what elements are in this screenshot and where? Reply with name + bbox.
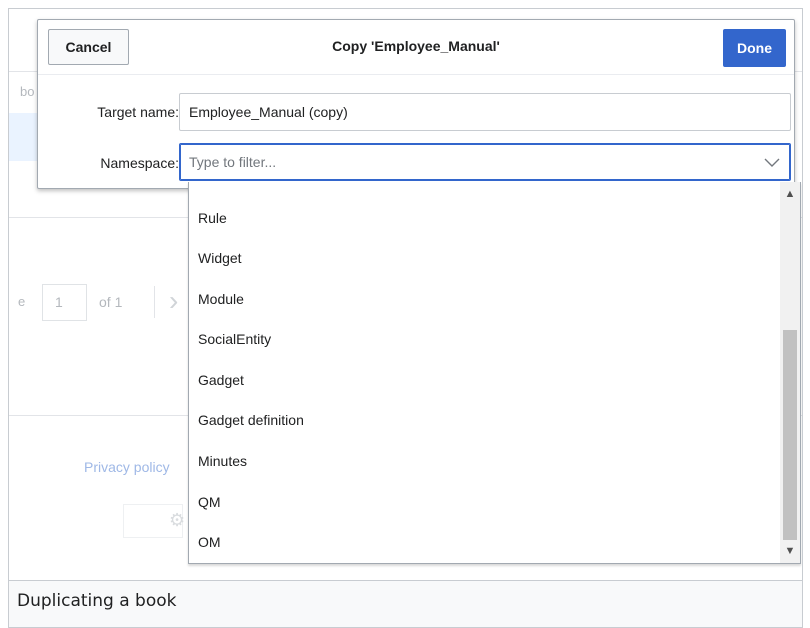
background-separator: [154, 286, 155, 318]
namespace-filter-input[interactable]: Type to filter...: [179, 143, 791, 181]
cancel-button[interactable]: Cancel: [48, 29, 129, 65]
namespace-option[interactable]: Module: [198, 291, 244, 307]
namespace-option[interactable]: Gadget definition: [198, 412, 304, 428]
namespace-option[interactable]: QM: [198, 494, 221, 510]
namespace-option[interactable]: Rule: [198, 210, 227, 226]
namespace-option[interactable]: Minutes: [198, 453, 247, 469]
dialog-header: Cancel Copy 'Employee_Manual' Done: [38, 20, 794, 75]
dropdown-scrollbar[interactable]: ▲ ▼: [780, 182, 800, 563]
done-button[interactable]: Done: [723, 29, 786, 67]
namespace-option[interactable]: Widget: [198, 250, 242, 266]
background-page-count: of 1: [99, 294, 123, 310]
background-page-number-input: 1: [42, 284, 87, 321]
figure-caption: Duplicating a book: [17, 591, 177, 611]
namespace-placeholder: Type to filter...: [189, 154, 277, 170]
target-name-input[interactable]: Employee_Manual (copy): [179, 93, 791, 131]
namespace-label: Namespace:: [100, 155, 179, 171]
scrollbar-thumb[interactable]: [783, 330, 797, 540]
scroll-down-icon[interactable]: ▼: [780, 543, 800, 559]
screenshot: bo e 1 of 1 › Privacy policy ⚙ Cancel Co…: [9, 9, 802, 581]
namespace-dropdown-menu: Rule Widget Module SocialEntity Gadget G…: [188, 182, 801, 564]
chevron-right-icon: ›: [169, 285, 179, 316]
privacy-policy-link: Privacy policy: [84, 459, 170, 475]
target-name-value: Employee_Manual (copy): [189, 104, 348, 120]
copy-dialog: Cancel Copy 'Employee_Manual' Done Targe…: [37, 19, 795, 189]
namespace-option[interactable]: OM: [198, 534, 221, 550]
background-text-fragment: e: [18, 294, 26, 309]
gear-icon: ⚙: [169, 510, 186, 530]
dialog-title: Copy 'Employee_Manual': [332, 38, 500, 54]
scroll-up-icon[interactable]: ▲: [780, 186, 800, 202]
target-name-label: Target name:: [97, 104, 179, 120]
background-text-fragment: bo: [20, 84, 35, 99]
namespace-option[interactable]: Gadget: [198, 372, 244, 388]
namespace-option[interactable]: SocialEntity: [198, 331, 271, 347]
background-selected-row: [9, 113, 39, 161]
chevron-down-icon[interactable]: [764, 156, 780, 168]
